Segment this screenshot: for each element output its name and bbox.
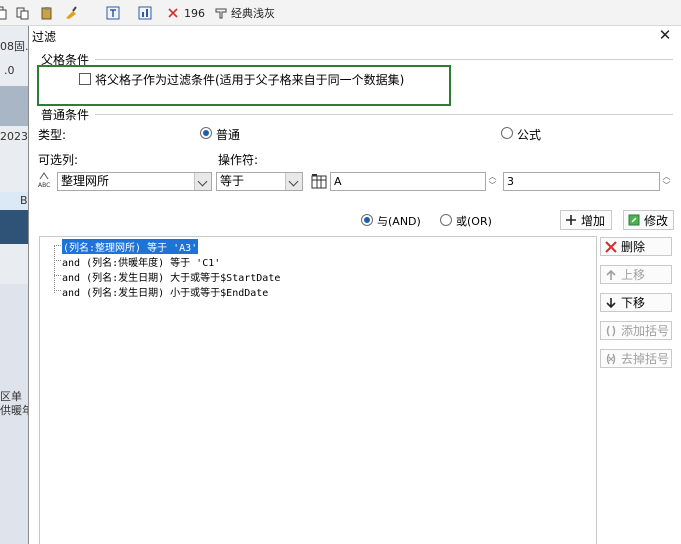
sheet-cell: 2023 [0, 130, 28, 143]
value-b-spinner[interactable]: ︿ ﹀ [660, 172, 673, 191]
column-type-icon: ABC [38, 172, 54, 189]
remove-bracket-icon [605, 353, 617, 365]
tree-connector [54, 260, 61, 261]
delete-button-label: 删除 [621, 240, 646, 254]
svg-text:ABC: ABC [38, 182, 50, 188]
add-button-label: 增加 [581, 213, 606, 228]
text-icon[interactable] [106, 5, 120, 21]
tree-connector [54, 245, 55, 293]
close-icon[interactable]: ✕ [657, 27, 673, 43]
type-formula-radio[interactable] [501, 127, 513, 139]
chevron-down-icon[interactable] [194, 173, 211, 190]
move-up-button-label: 上移 [621, 268, 646, 282]
add-bracket-button[interactable]: 添加括号 [600, 321, 672, 340]
sheet-header-band [0, 210, 29, 244]
column-select[interactable]: 整理网所 [57, 172, 212, 191]
parent-filter-label: 将父格子作为过滤条件(适用于父子格来自于同一个数据集) [95, 73, 405, 87]
delete-x-icon [605, 240, 617, 253]
sheet-cell: .0 [4, 64, 15, 77]
sheet-cell: 08固. [0, 40, 29, 53]
edit-grid-icon [628, 214, 640, 226]
delete-x-icon[interactable] [166, 5, 180, 21]
chevron-up-icon[interactable]: ︿ [660, 172, 673, 181]
arrow-up-icon [605, 269, 617, 281]
value-b-text: 3 [507, 175, 514, 188]
remove-bracket-button-label: 去掉括号 [621, 352, 670, 366]
condition-list[interactable]: (列名:整理网所) 等于 'A3' and (列名:供暖年度) 等于 'C1' … [39, 236, 597, 544]
chevron-down-icon[interactable]: ﹀ [660, 181, 673, 190]
move-up-button[interactable]: 上移 [600, 265, 672, 284]
column-select-value: 整理网所 [61, 174, 110, 188]
sheet-cell: 供暖年 [0, 404, 30, 417]
operator-select[interactable]: 等于 [216, 172, 303, 191]
parent-filter-checkbox[interactable] [79, 73, 91, 85]
value-a-spinner[interactable]: ︿ ﹀ [486, 172, 499, 191]
delete-button[interactable]: 删除 [600, 237, 672, 256]
normal-section-label: 普通条件 [41, 108, 90, 122]
remove-bracket-button[interactable]: 去掉括号 [600, 349, 672, 368]
type-normal-label: 普通 [216, 128, 241, 142]
move-down-button[interactable]: 下移 [600, 293, 672, 312]
tree-connector [54, 275, 61, 276]
logic-and-label: 与(AND) [377, 215, 421, 228]
type-label: 类型: [38, 128, 67, 142]
operator-label: 操作符: [218, 153, 259, 167]
cell-grid-icon[interactable] [311, 173, 327, 189]
clear-brush-icon[interactable] [64, 5, 78, 21]
add-bracket-button-label: 添加括号 [621, 324, 670, 338]
theme-label: 经典浅灰 [231, 7, 275, 20]
logic-or-label: 或(OR) [456, 215, 492, 228]
value-a-input[interactable]: A [330, 172, 486, 191]
chevron-up-icon[interactable]: ︿ [486, 172, 499, 181]
arrow-down-icon [605, 297, 617, 309]
condition-item[interactable]: and (列名:供暖年度) 等于 'C1' [62, 254, 220, 269]
theme-button[interactable]: 经典浅灰 [214, 5, 275, 21]
paste-icon[interactable] [40, 5, 54, 21]
modify-button[interactable]: 修改 [623, 210, 674, 230]
add-button[interactable]: 增加 [560, 210, 612, 230]
condition-item[interactable]: (列名:整理网所) 等于 'A3' [62, 239, 199, 254]
sheet-row-band [0, 86, 29, 126]
divider [95, 59, 673, 60]
filter-dialog: 过滤 ✕ 父格条件 将父格子作为过滤条件(适用于父子格来自于同一个数据集) 普通… [28, 26, 681, 544]
theme-icon [215, 8, 227, 19]
column-label: 可选列: [38, 153, 79, 167]
insert-chart-icon[interactable] [138, 5, 152, 21]
divider [95, 114, 673, 115]
toolbar-count: 196 [184, 6, 205, 20]
condition-item[interactable]: and (列名:发生日期) 小于或等于$EndDate [62, 284, 268, 299]
background-toolbar: 196 经典浅灰 [0, 0, 681, 26]
chevron-down-icon[interactable] [285, 173, 302, 190]
bracket-icon [605, 325, 617, 337]
logic-or-radio[interactable] [440, 214, 452, 226]
move-down-button-label: 下移 [621, 296, 646, 310]
background-sheet: 08固. .0 2023 B 区单 供暖年 [0, 26, 30, 544]
logic-and-radio[interactable] [361, 214, 373, 226]
tree-connector [54, 245, 61, 246]
dialog-title: 过滤 [32, 30, 57, 44]
copy-icon[interactable] [0, 5, 8, 21]
plus-icon [565, 214, 577, 226]
chevron-down-icon[interactable]: ﹀ [486, 181, 499, 190]
modify-button-label: 修改 [644, 213, 669, 228]
value-b-input[interactable]: 3 [503, 172, 660, 191]
value-a-text: A [334, 175, 342, 188]
condition-item[interactable]: and (列名:发生日期) 大于或等于$StartDate [62, 269, 280, 284]
operator-select-value: 等于 [220, 174, 245, 188]
tree-connector [54, 290, 61, 291]
type-normal-radio[interactable] [200, 127, 212, 139]
copy-format-icon[interactable] [16, 5, 30, 21]
type-formula-label: 公式 [517, 128, 542, 142]
